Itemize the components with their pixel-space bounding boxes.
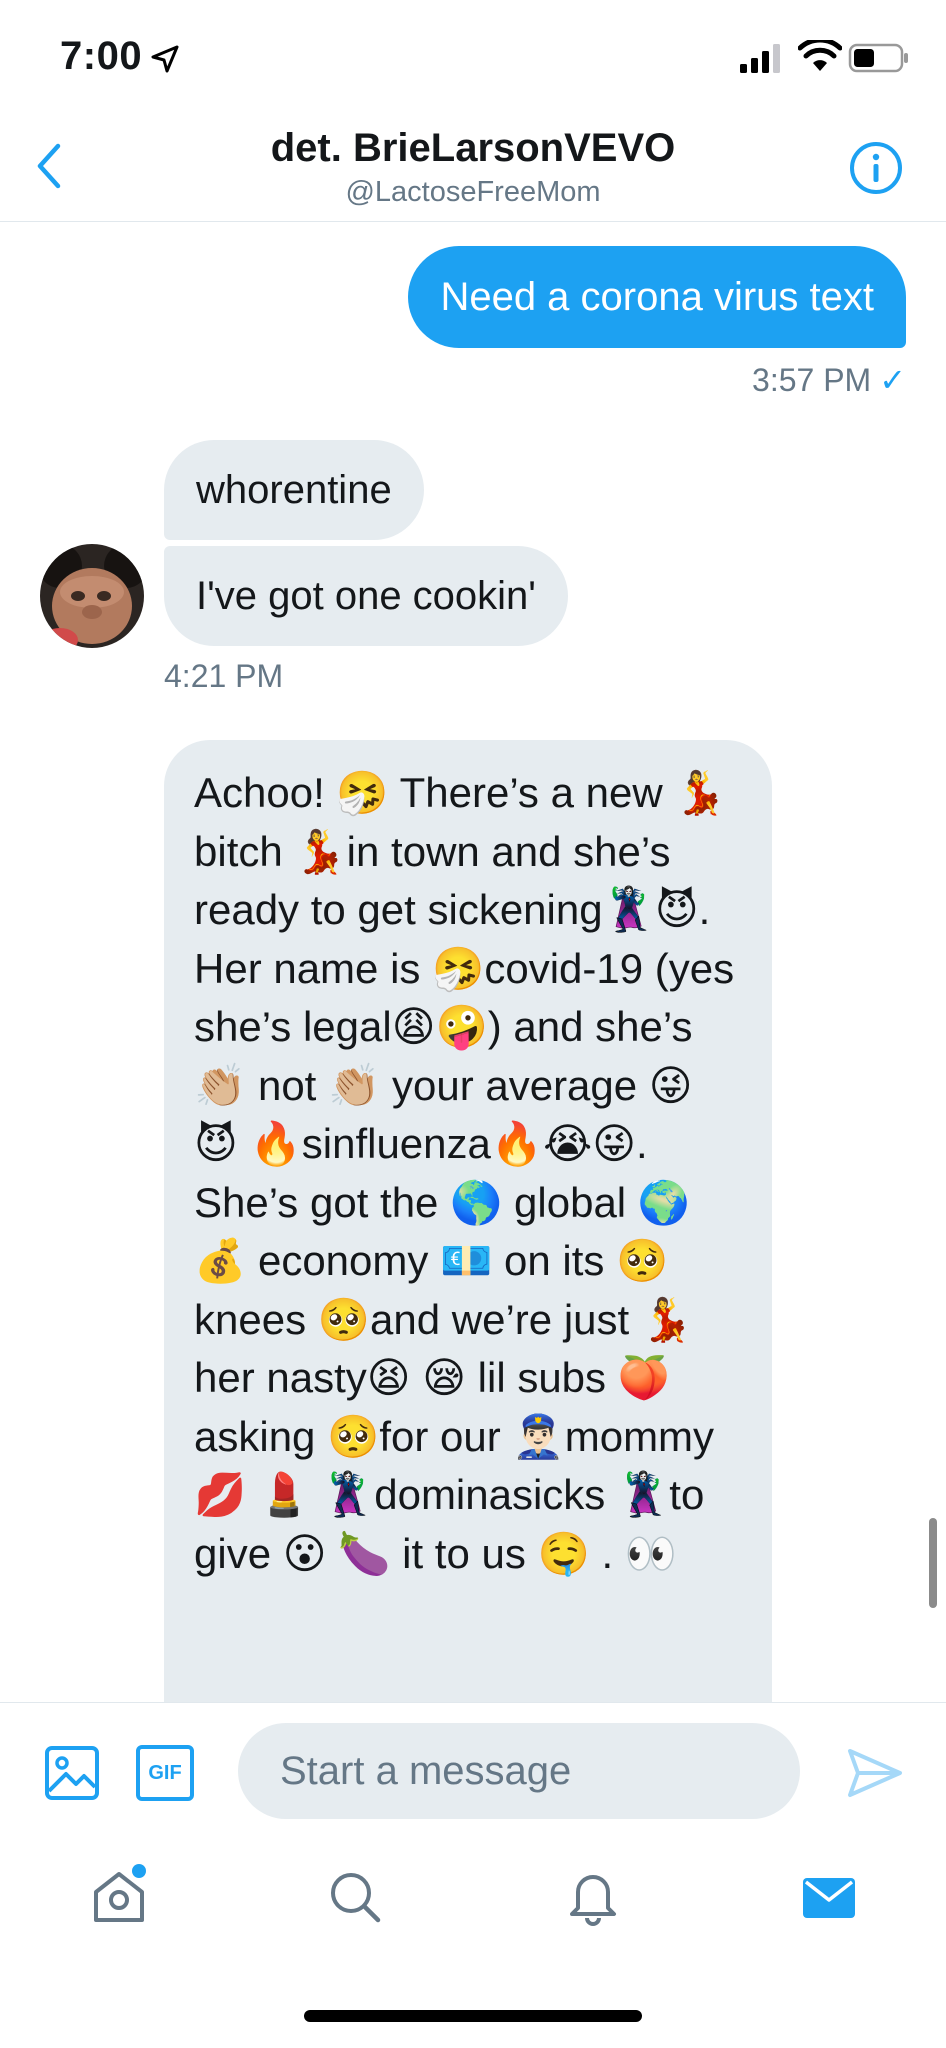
dm-conversation-screen: 7:00 det. BrieLarsonVEVO @LactoseFreeMom… <box>0 0 946 2048</box>
search-icon[interactable] <box>326 1868 384 1926</box>
home-unread-dot <box>132 1864 146 1878</box>
wifi-icon <box>798 40 842 71</box>
status-time: 7:00 <box>60 34 143 78</box>
conversation-handle: @LactoseFreeMom <box>345 176 601 208</box>
image-icon[interactable] <box>44 1745 100 1801</box>
message-input[interactable] <box>238 1723 800 1819</box>
incoming-message-bubble[interactable]: I've got one cookin' <box>164 546 568 646</box>
long-incoming-message-bubble[interactable]: Achoo! 🤧 There’s a new 💃bitch 💃in town a… <box>164 740 772 1720</box>
status-bar: 7:00 <box>0 0 946 110</box>
home-indicator[interactable] <box>304 2010 642 2022</box>
cellular-signal-icon <box>740 44 780 73</box>
outgoing-message-bubble[interactable]: Need a corona virus text <box>408 246 906 348</box>
info-icon[interactable] <box>848 140 904 196</box>
incoming-message-timestamp: 4:21 PM <box>164 658 284 694</box>
gif-icon[interactable]: GIF <box>136 1745 194 1801</box>
location-arrow-icon <box>151 45 179 73</box>
outgoing-time-text: 3:57 PM <box>752 362 872 398</box>
sent-check-icon: ✓ <box>879 362 906 398</box>
send-icon[interactable] <box>846 1745 904 1801</box>
avatar-image <box>40 544 144 648</box>
battery-icon <box>848 43 908 73</box>
scroll-indicator[interactable] <box>929 1518 937 1608</box>
mail-icon[interactable] <box>800 1868 858 1926</box>
conversation-title-block[interactable]: det. BrieLarsonVEVO @LactoseFreeMom <box>0 124 946 210</box>
incoming-message-bubble[interactable]: whorentine <box>164 440 424 540</box>
compose-bar: GIF <box>0 1702 946 1842</box>
outgoing-message-timestamp: 3:57 PM ✓ <box>752 356 906 404</box>
bell-icon[interactable] <box>564 1868 622 1926</box>
conversation-title: det. BrieLarsonVEVO <box>270 126 676 170</box>
sender-avatar[interactable] <box>40 544 144 648</box>
conversation-header: det. BrieLarsonVEVO @LactoseFreeMom <box>0 110 946 222</box>
bottom-navigation <box>0 1842 946 1962</box>
